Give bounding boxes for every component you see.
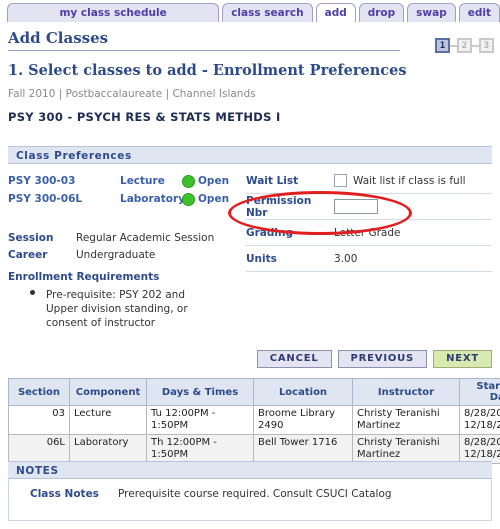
cell-location: Broome Library 2490 <box>253 405 353 435</box>
tab-label: swap <box>416 7 447 19</box>
class-notes-text: Prerequisite course required. Consult CS… <box>118 488 392 500</box>
class-component: Laboratory <box>120 193 186 205</box>
wait-list-label: Wait List <box>246 174 299 187</box>
requirement-item: Pre-requisite: PSY 202 and Upper divisio… <box>46 289 188 329</box>
tab-add[interactable]: add <box>315 3 356 22</box>
cell-location: Bell Tower 1716 <box>253 434 353 464</box>
tab-label: drop <box>367 7 396 19</box>
column-header-component: Component <box>69 378 147 406</box>
section-header-class-preferences: Class Preferences <box>8 146 492 164</box>
cell-section: 06L <box>8 434 70 464</box>
tab-label: my class schedule <box>59 7 167 19</box>
tab-label: add <box>324 7 347 19</box>
status-open-icon <box>182 174 195 188</box>
permission-nbr-label: Permission Nbr <box>246 194 312 219</box>
class-preferences-left-column: PSY 300-03 Lecture Open PSY 300-06L Labo… <box>8 172 246 263</box>
units-row: Units 3.00 <box>246 246 492 272</box>
notes-panel <box>8 479 492 521</box>
enrollment-requirements-label: Enrollment Requirements <box>8 271 160 283</box>
cell-start-end-date: 8/28/2010 - 12/18/2010 <box>459 434 500 464</box>
class-option-row[interactable]: PSY 300-03 Lecture Open <box>8 172 246 190</box>
session-value: Regular Academic Session <box>76 231 215 244</box>
next-button[interactable]: NEXT <box>433 350 492 368</box>
column-header-start-end-date: Start/End Date <box>459 378 500 406</box>
permission-nbr-row: Permission Nbr <box>246 194 492 220</box>
previous-button[interactable]: PREVIOUS <box>337 350 428 368</box>
step-connector <box>450 44 457 47</box>
step-connector <box>472 44 479 47</box>
class-details-table: Section Component Days & Times Location … <box>8 378 500 464</box>
class-component: Lecture <box>120 175 165 187</box>
cell-days-times: Th 12:00PM - 1:50PM <box>146 434 254 464</box>
tab-drop[interactable]: drop <box>358 3 405 22</box>
class-option-row[interactable]: PSY 300-06L Laboratory Open <box>8 190 246 208</box>
column-header-days-times: Days & Times <box>146 378 254 406</box>
column-header-location: Location <box>253 378 353 406</box>
cell-component: Laboratory <box>69 434 147 464</box>
grading-label: Grading <box>246 226 293 239</box>
tab-edit[interactable]: edit <box>458 3 500 22</box>
step-2[interactable]: 2 <box>457 38 472 53</box>
wait-list-checkbox-label: Wait list if class is full <box>353 174 466 187</box>
page-title: Add Classes <box>8 29 109 47</box>
wait-list-row: Wait List Wait list if class is full <box>246 168 492 194</box>
table-row: 06L Laboratory Th 12:00PM - 1:50PM Bell … <box>8 434 500 464</box>
class-status: Open <box>198 175 230 187</box>
section-header-notes: NOTES <box>8 461 492 479</box>
form-action-buttons: CANCEL PREVIOUS NEXT <box>256 350 492 368</box>
course-title: PSY 300 - PSYCH RES & STATS METHDS I <box>8 110 281 124</box>
table-row: 03 Lecture Tu 12:00PM - 1:50PM Broome Li… <box>8 405 500 435</box>
career-row: Career Undergraduate <box>8 246 246 263</box>
cell-component: Lecture <box>69 405 147 435</box>
status-open-icon <box>182 192 195 206</box>
class-preferences-right-column: Wait List Wait list if class is full Per… <box>246 168 492 272</box>
grading-value: Letter Grade <box>334 226 401 239</box>
career-label: Career <box>8 248 48 261</box>
permission-nbr-input[interactable] <box>334 199 378 214</box>
units-value: 3.00 <box>334 252 358 265</box>
column-header-section: Section <box>8 378 70 406</box>
class-code: PSY 300-06L <box>8 193 83 205</box>
main-tab-bar: my class schedule class search add drop … <box>0 3 500 25</box>
step-1[interactable]: 1 <box>435 38 450 53</box>
step-heading: 1. Select classes to add - Enrollment Pr… <box>8 62 407 79</box>
session-row: Session Regular Academic Session <box>8 229 246 246</box>
table-header-row: Section Component Days & Times Location … <box>8 378 500 406</box>
class-status: Open <box>198 193 230 205</box>
title-divider <box>8 50 400 51</box>
tab-class-search[interactable]: class search <box>222 3 313 22</box>
class-notes-label: Class Notes <box>30 488 99 500</box>
cell-instructor: Christy Teranishi Martinez <box>352 405 460 435</box>
units-label: Units <box>246 252 277 265</box>
tab-label: class search <box>231 7 304 19</box>
grading-row: Grading Letter Grade <box>246 220 492 246</box>
column-header-instructor: Instructor <box>352 378 460 406</box>
breadcrumb: Fall 2010 | Postbaccalaureate | Channel … <box>8 88 256 100</box>
tab-label: edit <box>467 7 491 19</box>
cell-start-end-date: 8/28/2010 - 12/18/2010 <box>459 405 500 435</box>
cancel-button[interactable]: CANCEL <box>256 350 332 368</box>
wait-list-checkbox[interactable] <box>334 174 347 187</box>
tab-swap[interactable]: swap <box>407 3 456 22</box>
step-indicator: 1 2 3 <box>435 38 494 53</box>
bullet-icon <box>30 290 35 295</box>
class-code: PSY 300-03 <box>8 175 76 187</box>
tab-my-class-schedule[interactable]: my class schedule <box>7 3 220 22</box>
cell-section: 03 <box>8 405 70 435</box>
cell-days-times: Tu 12:00PM - 1:50PM <box>146 405 254 435</box>
session-label: Session <box>8 231 54 244</box>
enrollment-requirements-list: Pre-requisite: PSY 202 and Upper divisio… <box>30 288 220 330</box>
step-3[interactable]: 3 <box>479 38 494 53</box>
cell-instructor: Christy Teranishi Martinez <box>352 434 460 464</box>
career-value: Undergraduate <box>76 248 156 261</box>
